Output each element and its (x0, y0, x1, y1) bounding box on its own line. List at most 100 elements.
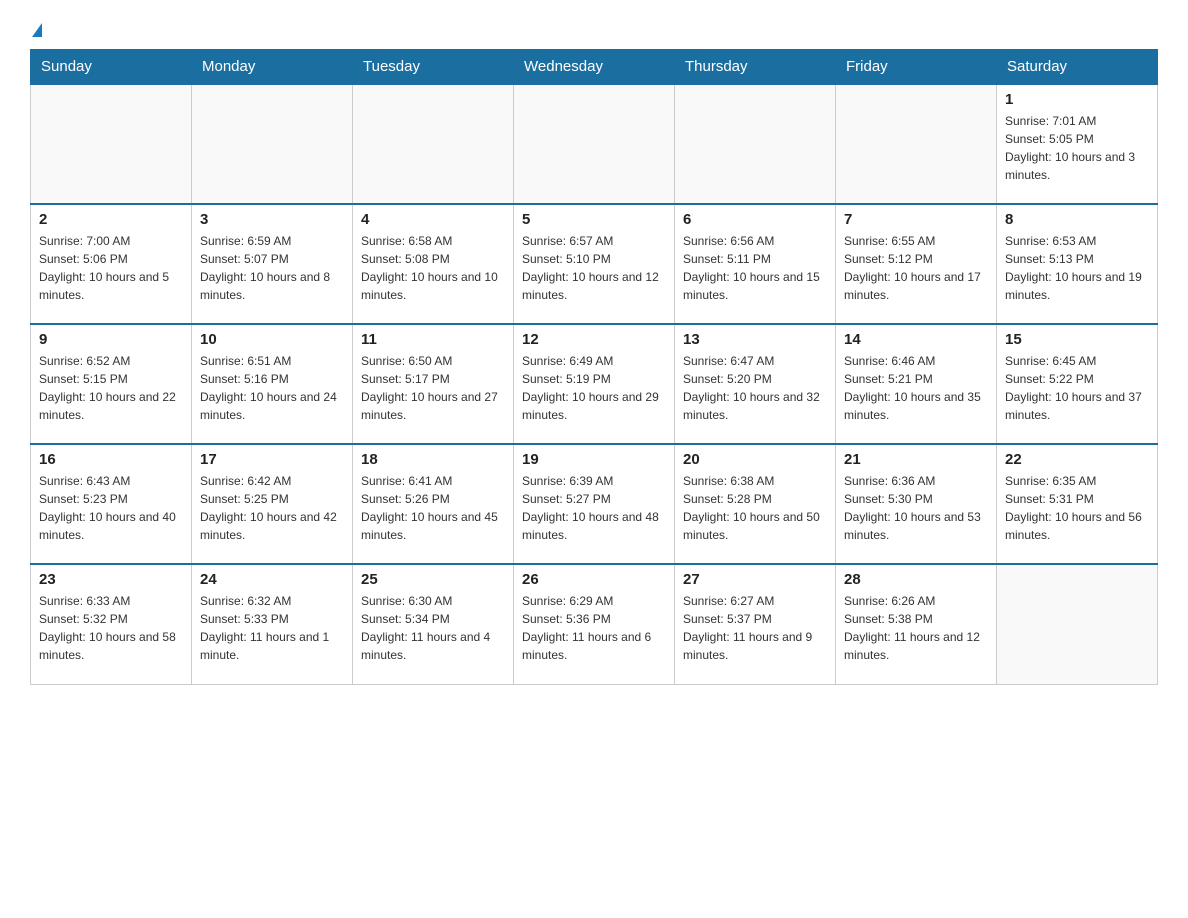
day-number: 15 (1005, 331, 1149, 348)
day-info: Sunrise: 6:52 AMSunset: 5:15 PMDaylight:… (39, 352, 183, 424)
day-info: Sunrise: 6:49 AMSunset: 5:19 PMDaylight:… (522, 352, 666, 424)
day-number: 24 (200, 571, 344, 588)
day-number: 18 (361, 451, 505, 468)
day-number: 6 (683, 211, 827, 228)
calendar-cell: 20 Sunrise: 6:38 AMSunset: 5:28 PMDayligh… (675, 444, 836, 564)
day-info: Sunrise: 6:56 AMSunset: 5:11 PMDaylight:… (683, 232, 827, 304)
day-info: Sunrise: 6:47 AMSunset: 5:20 PMDaylight:… (683, 352, 827, 424)
calendar-cell: 9 Sunrise: 6:52 AMSunset: 5:15 PMDaylight… (31, 324, 192, 444)
day-info: Sunrise: 6:39 AMSunset: 5:27 PMDaylight:… (522, 472, 666, 544)
calendar-cell: 24 Sunrise: 6:32 AMSunset: 5:33 PMDayligh… (192, 564, 353, 684)
day-info: Sunrise: 6:35 AMSunset: 5:31 PMDaylight:… (1005, 472, 1149, 544)
day-info: Sunrise: 6:46 AMSunset: 5:21 PMDaylight:… (844, 352, 988, 424)
day-number: 20 (683, 451, 827, 468)
calendar-week-4: 16 Sunrise: 6:43 AMSunset: 5:23 PMDayligh… (31, 444, 1158, 564)
day-number: 5 (522, 211, 666, 228)
day-info: Sunrise: 6:51 AMSunset: 5:16 PMDaylight:… (200, 352, 344, 424)
day-number: 1 (1005, 91, 1149, 108)
calendar-cell (31, 84, 192, 204)
weekday-header-friday: Friday (836, 50, 997, 85)
day-info: Sunrise: 6:27 AMSunset: 5:37 PMDaylight:… (683, 592, 827, 664)
calendar-cell: 5Sunrise: 6:57 AMSunset: 5:10 PMDaylight… (514, 204, 675, 324)
day-number: 22 (1005, 451, 1149, 468)
calendar-cell: 12 Sunrise: 6:49 AMSunset: 5:19 PMDayligh… (514, 324, 675, 444)
calendar-week-3: 9 Sunrise: 6:52 AMSunset: 5:15 PMDaylight… (31, 324, 1158, 444)
calendar-cell: 1Sunrise: 7:01 AMSunset: 5:05 PMDaylight… (997, 84, 1158, 204)
logo-triangle-icon (32, 23, 42, 37)
day-number: 8 (1005, 211, 1149, 228)
day-info: Sunrise: 6:55 AMSunset: 5:12 PMDaylight:… (844, 232, 988, 304)
calendar-cell: 22 Sunrise: 6:35 AMSunset: 5:31 PMDayligh… (997, 444, 1158, 564)
calendar-cell: 6 Sunrise: 6:56 AMSunset: 5:11 PMDaylight… (675, 204, 836, 324)
calendar-cell (353, 84, 514, 204)
day-number: 9 (39, 331, 183, 348)
day-info: Sunrise: 7:00 AMSunset: 5:06 PMDaylight:… (39, 232, 183, 304)
calendar-cell (192, 84, 353, 204)
calendar-header-row: SundayMondayTuesdayWednesdayThursdayFrid… (31, 50, 1158, 85)
day-info: Sunrise: 6:26 AMSunset: 5:38 PMDaylight:… (844, 592, 988, 664)
day-info: Sunrise: 6:45 AMSunset: 5:22 PMDaylight:… (1005, 352, 1149, 424)
day-number: 16 (39, 451, 183, 468)
day-info: Sunrise: 6:59 AMSunset: 5:07 PMDaylight:… (200, 232, 344, 304)
day-info: Sunrise: 6:30 AMSunset: 5:34 PMDaylight:… (361, 592, 505, 664)
day-number: 13 (683, 331, 827, 348)
calendar-cell: 11 Sunrise: 6:50 AMSunset: 5:17 PMDayligh… (353, 324, 514, 444)
calendar-cell: 17 Sunrise: 6:42 AMSunset: 5:25 PMDayligh… (192, 444, 353, 564)
calendar-cell: 4Sunrise: 6:58 AMSunset: 5:08 PMDaylight… (353, 204, 514, 324)
calendar-cell: 25Sunrise: 6:30 AMSunset: 5:34 PMDayligh… (353, 564, 514, 684)
day-info: Sunrise: 6:53 AMSunset: 5:13 PMDaylight:… (1005, 232, 1149, 304)
calendar-table: SundayMondayTuesdayWednesdayThursdayFrid… (30, 49, 1158, 685)
calendar-cell: 21Sunrise: 6:36 AMSunset: 5:30 PMDayligh… (836, 444, 997, 564)
day-number: 14 (844, 331, 988, 348)
day-number: 19 (522, 451, 666, 468)
day-number: 2 (39, 211, 183, 228)
calendar-week-1: 1Sunrise: 7:01 AMSunset: 5:05 PMDaylight… (31, 84, 1158, 204)
calendar-cell: 14 Sunrise: 6:46 AMSunset: 5:21 PMDayligh… (836, 324, 997, 444)
day-number: 3 (200, 211, 344, 228)
page-header (30, 20, 1158, 39)
calendar-cell: 16 Sunrise: 6:43 AMSunset: 5:23 PMDayligh… (31, 444, 192, 564)
calendar-cell: 10Sunrise: 6:51 AMSunset: 5:16 PMDayligh… (192, 324, 353, 444)
day-info: Sunrise: 6:32 AMSunset: 5:33 PMDaylight:… (200, 592, 344, 664)
day-number: 12 (522, 331, 666, 348)
day-info: Sunrise: 6:38 AMSunset: 5:28 PMDaylight:… (683, 472, 827, 544)
day-info: Sunrise: 6:36 AMSunset: 5:30 PMDaylight:… (844, 472, 988, 544)
day-number: 23 (39, 571, 183, 588)
calendar-week-5: 23Sunrise: 6:33 AMSunset: 5:32 PMDayligh… (31, 564, 1158, 684)
calendar-cell: 8 Sunrise: 6:53 AMSunset: 5:13 PMDaylight… (997, 204, 1158, 324)
day-number: 26 (522, 571, 666, 588)
calendar-week-2: 2 Sunrise: 7:00 AMSunset: 5:06 PMDaylight… (31, 204, 1158, 324)
logo (30, 20, 42, 39)
calendar-cell (836, 84, 997, 204)
day-info: Sunrise: 6:29 AMSunset: 5:36 PMDaylight:… (522, 592, 666, 664)
calendar-cell: 27 Sunrise: 6:27 AMSunset: 5:37 PMDayligh… (675, 564, 836, 684)
day-info: Sunrise: 6:58 AMSunset: 5:08 PMDaylight:… (361, 232, 505, 304)
calendar-cell (997, 564, 1158, 684)
calendar-cell: 26 Sunrise: 6:29 AMSunset: 5:36 PMDayligh… (514, 564, 675, 684)
weekday-header-wednesday: Wednesday (514, 50, 675, 85)
weekday-header-thursday: Thursday (675, 50, 836, 85)
calendar-cell: 13 Sunrise: 6:47 AMSunset: 5:20 PMDayligh… (675, 324, 836, 444)
day-info: Sunrise: 6:41 AMSunset: 5:26 PMDaylight:… (361, 472, 505, 544)
day-number: 28 (844, 571, 988, 588)
day-info: Sunrise: 6:50 AMSunset: 5:17 PMDaylight:… (361, 352, 505, 424)
day-number: 27 (683, 571, 827, 588)
day-info: Sunrise: 6:42 AMSunset: 5:25 PMDaylight:… (200, 472, 344, 544)
day-number: 11 (361, 331, 505, 348)
day-info: Sunrise: 6:43 AMSunset: 5:23 PMDaylight:… (39, 472, 183, 544)
weekday-header-tuesday: Tuesday (353, 50, 514, 85)
day-number: 17 (200, 451, 344, 468)
calendar-cell (675, 84, 836, 204)
weekday-header-sunday: Sunday (31, 50, 192, 85)
calendar-cell: 18 Sunrise: 6:41 AMSunset: 5:26 PMDayligh… (353, 444, 514, 564)
calendar-cell: 19 Sunrise: 6:39 AMSunset: 5:27 PMDayligh… (514, 444, 675, 564)
calendar-cell: 23Sunrise: 6:33 AMSunset: 5:32 PMDayligh… (31, 564, 192, 684)
calendar-cell: 3 Sunrise: 6:59 AMSunset: 5:07 PMDaylight… (192, 204, 353, 324)
day-number: 7 (844, 211, 988, 228)
calendar-cell: 28 Sunrise: 6:26 AMSunset: 5:38 PMDayligh… (836, 564, 997, 684)
weekday-header-saturday: Saturday (997, 50, 1158, 85)
calendar-cell (514, 84, 675, 204)
weekday-header-monday: Monday (192, 50, 353, 85)
calendar-cell: 7 Sunrise: 6:55 AMSunset: 5:12 PMDaylight… (836, 204, 997, 324)
calendar-cell: 15 Sunrise: 6:45 AMSunset: 5:22 PMDayligh… (997, 324, 1158, 444)
